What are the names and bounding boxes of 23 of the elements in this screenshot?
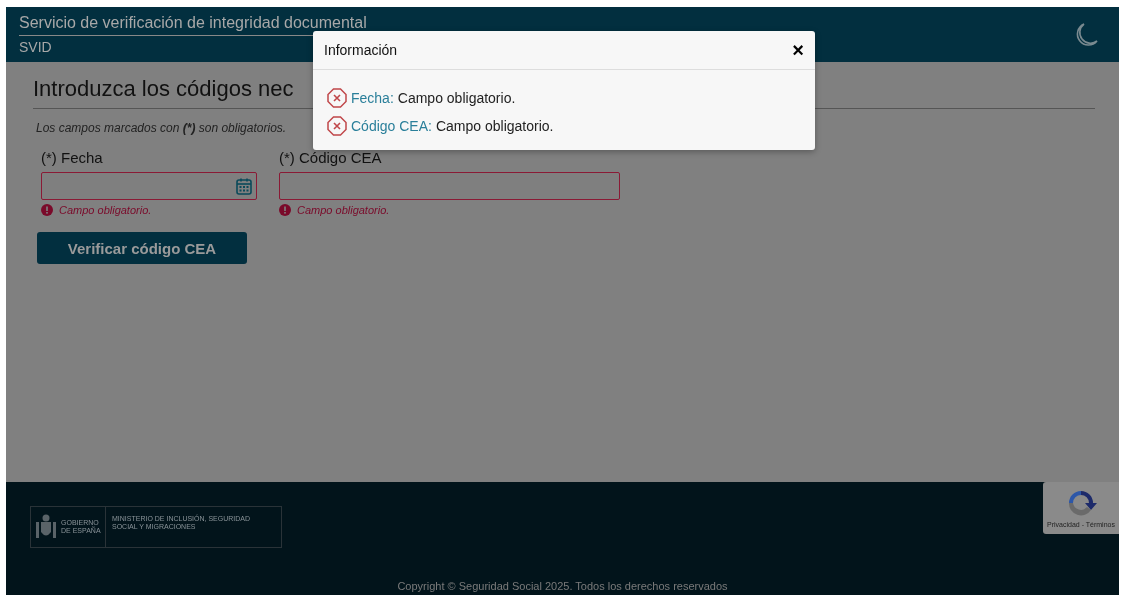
text-field[interactable] [279, 172, 620, 200]
date-field[interactable] [41, 172, 257, 200]
error-icon [327, 88, 347, 108]
error-message: Campo obligatorio. [435, 118, 554, 134]
verify-button[interactable]: Verificar código CEA [37, 232, 247, 264]
error-message: Campo obligatorio. [397, 90, 516, 106]
error-icon [327, 116, 347, 136]
coat-of-arms-icon [35, 514, 57, 540]
error-icon [41, 204, 53, 216]
error-icon [279, 204, 291, 216]
calendar-icon[interactable] [236, 177, 252, 195]
dialog-title: Información [324, 42, 398, 58]
field-label: (*) Fecha [41, 149, 103, 166]
copyright-text: Copyright © Seguridad Social 2025. Todos los derechos reservados [397, 580, 728, 592]
field-link[interactable]: Fecha: [351, 90, 394, 106]
close-button[interactable]: × [792, 40, 804, 60]
required-note: Los campos marcados con (*) son obligatorios. [36, 121, 287, 135]
error-message: Campo obligatorio. [59, 204, 152, 216]
app-acronym: SVID [19, 38, 52, 55]
field-label: (*) Código CEA [279, 149, 382, 166]
moon-icon[interactable] [1075, 21, 1099, 48]
field-link[interactable]: Código CEA: [351, 118, 432, 134]
error-message: Campo obligatorio. [297, 204, 390, 216]
